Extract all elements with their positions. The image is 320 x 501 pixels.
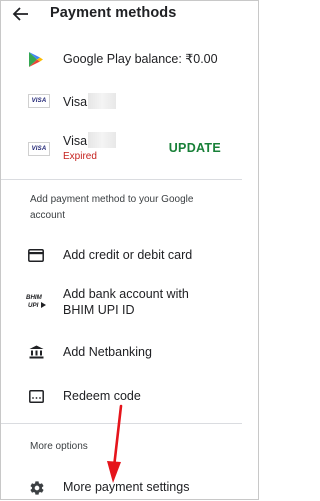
add-upi-item[interactable]: BHIM UPI Add bank account with BHIM UPI … bbox=[1, 281, 258, 325]
add-netbanking-label: Add Netbanking bbox=[63, 345, 152, 359]
more-options-heading: More options bbox=[30, 441, 88, 452]
redacted-card-number bbox=[88, 93, 117, 109]
svg-text:BHIM: BHIM bbox=[26, 294, 43, 301]
visa-card-label: Visa bbox=[63, 134, 88, 148]
page-title: Payment methods bbox=[50, 5, 177, 21]
add-payment-heading: Add payment method to your Google accoun… bbox=[30, 194, 194, 221]
payment-method-visa-1[interactable]: VISA Visa bbox=[1, 87, 258, 117]
divider bbox=[1, 423, 242, 424]
add-card-item[interactable]: Add credit or debit card bbox=[1, 237, 258, 273]
google-play-balance-label: Google Play balance: ₹0.00 bbox=[63, 52, 218, 66]
redeem-code-item[interactable]: Redeem code bbox=[1, 379, 258, 413]
google-play-icon bbox=[29, 52, 43, 67]
visa-card-icon: VISA bbox=[28, 94, 50, 108]
visa-card-label: Visa bbox=[63, 95, 88, 109]
payment-method-google-play[interactable]: Google Play balance: ₹0.00 bbox=[1, 41, 258, 77]
update-button[interactable]: UPDATE bbox=[169, 141, 221, 155]
credit-card-icon bbox=[28, 249, 44, 262]
visa-card-icon: VISA bbox=[28, 142, 50, 156]
more-payment-settings-item[interactable]: More payment settings bbox=[1, 471, 258, 501]
expired-status: Expired bbox=[63, 151, 97, 162]
arrow-back-icon[interactable] bbox=[11, 6, 29, 22]
bhim-upi-icon: BHIM UPI bbox=[26, 294, 46, 309]
gear-icon bbox=[30, 481, 44, 495]
more-payment-settings-label: More payment settings bbox=[63, 480, 190, 494]
redeem-code-label: Redeem code bbox=[63, 389, 141, 403]
add-netbanking-item[interactable]: Add Netbanking bbox=[1, 335, 258, 369]
redeem-code-icon bbox=[29, 390, 44, 403]
add-card-label: Add credit or debit card bbox=[63, 248, 193, 262]
redacted-card-number bbox=[88, 132, 117, 148]
add-upi-label: Add bank account with BHIM UPI ID bbox=[63, 287, 189, 317]
top-app-bar: Payment methods bbox=[1, 1, 258, 31]
divider bbox=[1, 179, 242, 180]
bank-icon bbox=[29, 345, 44, 359]
svg-text:UPI: UPI bbox=[28, 302, 39, 309]
